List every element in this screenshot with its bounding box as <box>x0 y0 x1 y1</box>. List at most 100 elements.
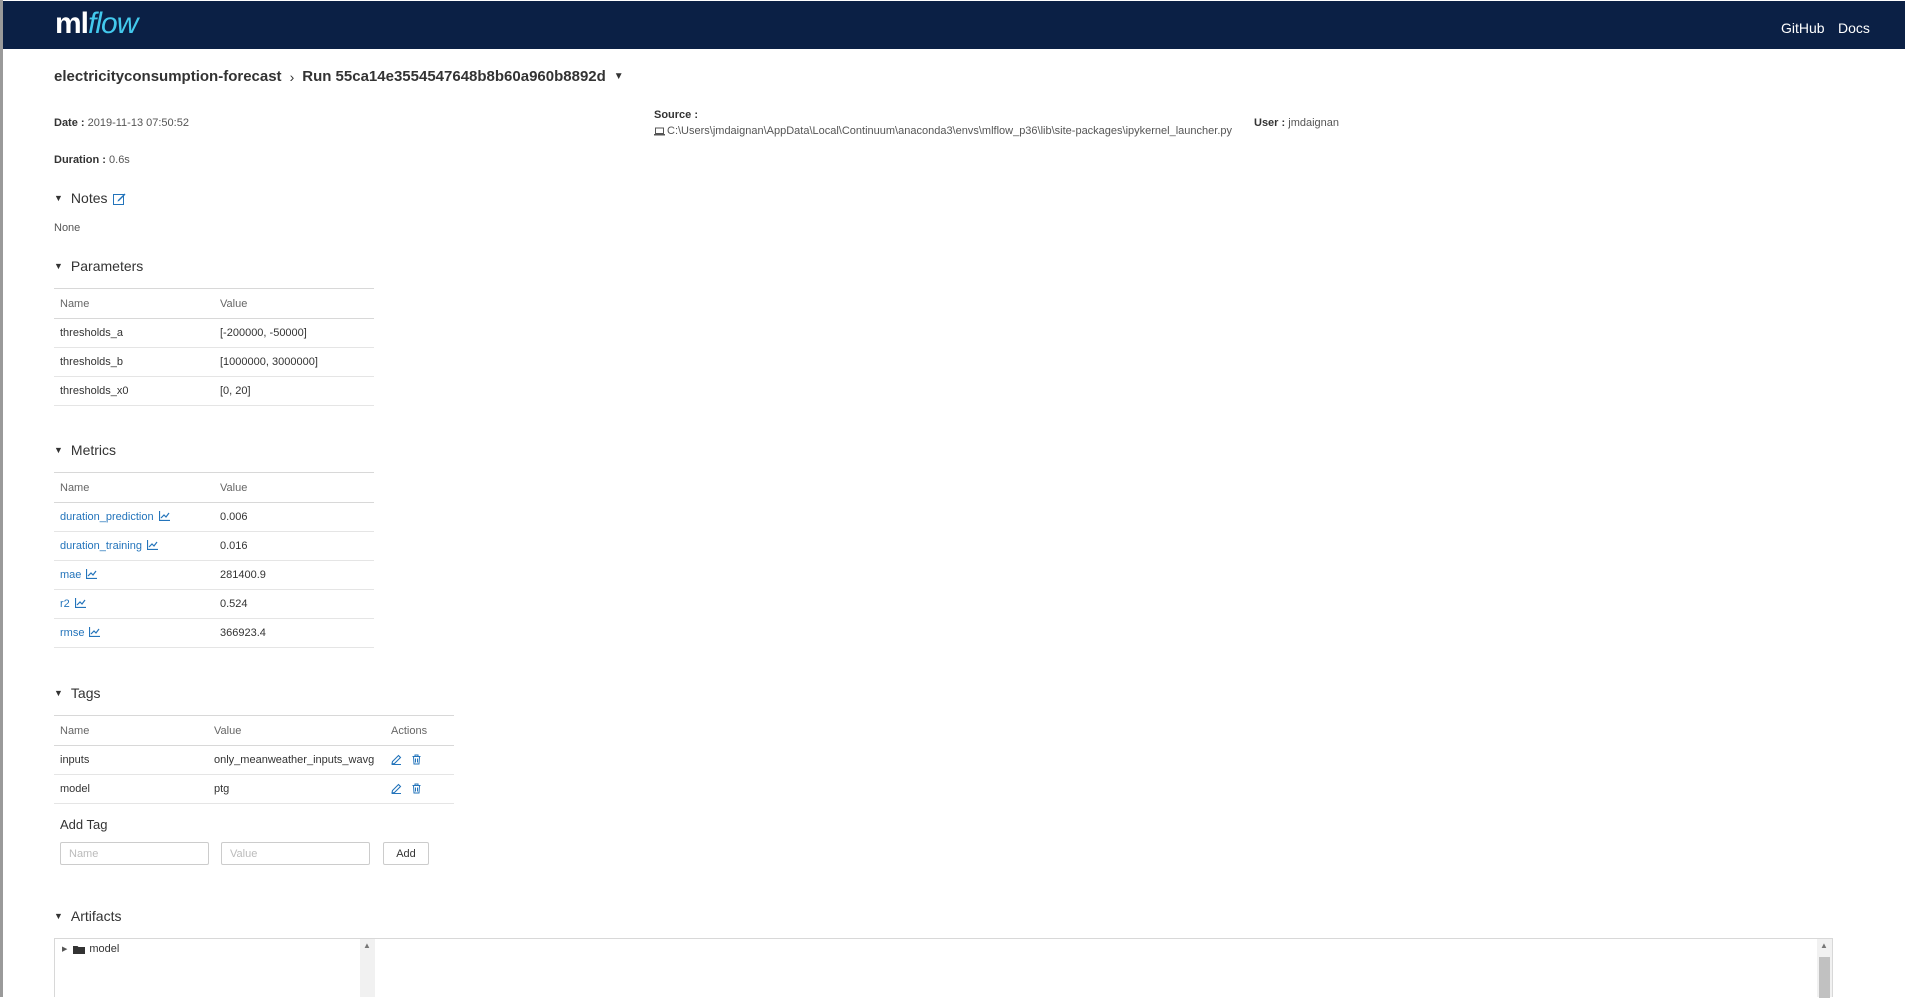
table-row: thresholds_a [-200000, -50000] <box>54 318 374 348</box>
tag-value-input[interactable] <box>221 842 370 865</box>
artifacts-title: Artifacts <box>70 908 122 924</box>
metric-link[interactable]: duration_prediction <box>60 511 154 523</box>
table-row: thresholds_b [1000000, 3000000] <box>54 347 374 377</box>
metrics-title: Metrics <box>70 442 117 458</box>
column-header-actions: Actions <box>385 715 454 746</box>
scroll-up-icon[interactable]: ▲ <box>1820 941 1828 950</box>
metric-value: 366923.4 <box>214 618 374 648</box>
logo-ml-text: ml <box>55 7 89 40</box>
parameters-section-header[interactable]: ▼ Parameters <box>54 258 143 274</box>
expand-arrow-icon[interactable]: ▶ <box>62 945 67 953</box>
breadcrumb-run-title: Run 55ca14e3554547648b8b60a960b8892d <box>302 68 606 85</box>
parameters-table: Name Value thresholds_a [-200000, -50000… <box>54 288 374 406</box>
metric-name-cell: mae <box>54 560 214 590</box>
table-row: inputs only_meanweather_inputs_wavg <box>54 745 454 775</box>
metric-name-cell: rmse <box>54 618 214 648</box>
add-tag-button[interactable]: Add <box>383 842 429 865</box>
column-header-value: Value <box>214 472 374 503</box>
caret-down-icon[interactable]: ▼ <box>614 71 624 82</box>
trash-icon[interactable] <box>411 754 422 765</box>
metric-link[interactable]: mae <box>60 569 81 581</box>
notes-section-header[interactable]: ▼ Notes <box>54 190 126 206</box>
collapse-triangle-icon: ▼ <box>54 261 63 271</box>
tags-section-header[interactable]: ▼ Tags <box>54 685 101 701</box>
docs-link[interactable]: Docs <box>1838 20 1870 36</box>
metrics-table: Name Value duration_prediction 0.006 dur… <box>54 472 374 648</box>
metric-name-cell: duration_training <box>54 531 214 561</box>
duration-label: Duration : <box>54 154 106 166</box>
metric-link[interactable]: rmse <box>60 627 84 639</box>
collapse-triangle-icon: ▼ <box>54 911 63 921</box>
notes-text: None <box>54 222 81 234</box>
mlflow-logo[interactable]: mlflow <box>55 7 138 41</box>
table-row: mae 281400.9 <box>54 560 374 590</box>
tag-actions <box>385 774 454 804</box>
edit-icon[interactable] <box>112 192 126 205</box>
table-row: model ptg <box>54 774 454 804</box>
user-label: User : <box>1254 117 1286 129</box>
table-row: rmse 366923.4 <box>54 618 374 648</box>
metrics-section-header[interactable]: ▼ Metrics <box>54 442 116 458</box>
window-edge <box>0 0 3 997</box>
tag-value: ptg <box>208 774 385 804</box>
source-label: Source : <box>654 109 699 121</box>
line-chart-icon[interactable] <box>74 598 86 608</box>
artifact-name: model <box>89 943 120 955</box>
pencil-icon[interactable] <box>391 783 402 794</box>
artifact-tree-scrollbar[interactable]: ▲ <box>360 939 375 997</box>
duration-value: 0.6s <box>109 154 130 166</box>
logo-flow-text: flow <box>88 7 138 40</box>
breadcrumb: electricityconsumption-forecast › Run 55… <box>54 68 624 85</box>
param-name: thresholds_x0 <box>54 376 214 406</box>
collapse-triangle-icon: ▼ <box>54 688 63 698</box>
laptop-icon <box>654 127 665 135</box>
collapse-triangle-icon: ▼ <box>54 445 63 455</box>
scroll-up-icon[interactable]: ▲ <box>363 941 371 950</box>
line-chart-icon[interactable] <box>158 511 170 521</box>
breadcrumb-experiment-link[interactable]: electricityconsumption-forecast <box>54 68 282 85</box>
metric-value: 0.016 <box>214 531 374 561</box>
metric-link[interactable]: r2 <box>60 598 70 610</box>
metric-name-cell: duration_prediction <box>54 502 214 532</box>
breadcrumb-separator: › <box>289 68 295 85</box>
tag-actions <box>385 745 454 775</box>
metric-value: 0.524 <box>214 589 374 619</box>
table-header-row: Name Value <box>54 472 374 503</box>
metric-value: 0.006 <box>214 502 374 532</box>
line-chart-icon[interactable] <box>86 569 98 579</box>
notes-value: None <box>54 222 80 234</box>
notes-title: Notes <box>70 190 108 206</box>
column-header-value: Value <box>208 715 385 746</box>
scrollbar-thumb[interactable] <box>1819 957 1830 998</box>
table-row: duration_training 0.016 <box>54 531 374 561</box>
artifact-tree-item[interactable]: ▶ model <box>62 943 119 955</box>
date-value: 2019-11-13 07:50:52 <box>87 117 189 129</box>
metric-name-cell: r2 <box>54 589 214 619</box>
line-chart-icon[interactable] <box>89 627 101 637</box>
column-header-name: Name <box>54 715 208 746</box>
artifacts-section-header[interactable]: ▼ Artifacts <box>54 908 122 924</box>
tag-value: only_meanweather_inputs_wavg <box>208 745 385 775</box>
source-value[interactable]: C:\Users\jmdaignan\AppData\Local\Continu… <box>667 125 1232 137</box>
table-header-row: Name Value Actions <box>54 715 454 746</box>
line-chart-icon[interactable] <box>146 540 158 550</box>
artifact-view-scrollbar[interactable]: ▲ <box>1817 939 1832 998</box>
run-duration: Duration : 0.6s <box>54 154 130 166</box>
run-source-label: Source : <box>654 109 698 121</box>
run-user: User : jmdaignan <box>1254 117 1339 129</box>
param-name: thresholds_b <box>54 347 214 377</box>
github-link[interactable]: GitHub <box>1781 20 1825 36</box>
pencil-icon[interactable] <box>391 754 402 765</box>
column-header-name: Name <box>54 472 214 503</box>
top-navbar: mlflow GitHub Docs <box>3 1 1905 49</box>
column-header-name: Name <box>54 288 214 319</box>
trash-icon[interactable] <box>411 783 422 794</box>
run-source: C:\Users\jmdaignan\AppData\Local\Continu… <box>654 125 1232 137</box>
tags-title: Tags <box>70 685 101 701</box>
param-value: [-200000, -50000] <box>214 318 374 348</box>
tag-name-input[interactable] <box>60 842 209 865</box>
table-header-row: Name Value <box>54 288 374 319</box>
add-tag-title: Add Tag <box>60 817 108 832</box>
table-row: thresholds_x0 [0, 20] <box>54 376 374 406</box>
metric-link[interactable]: duration_training <box>60 540 142 552</box>
